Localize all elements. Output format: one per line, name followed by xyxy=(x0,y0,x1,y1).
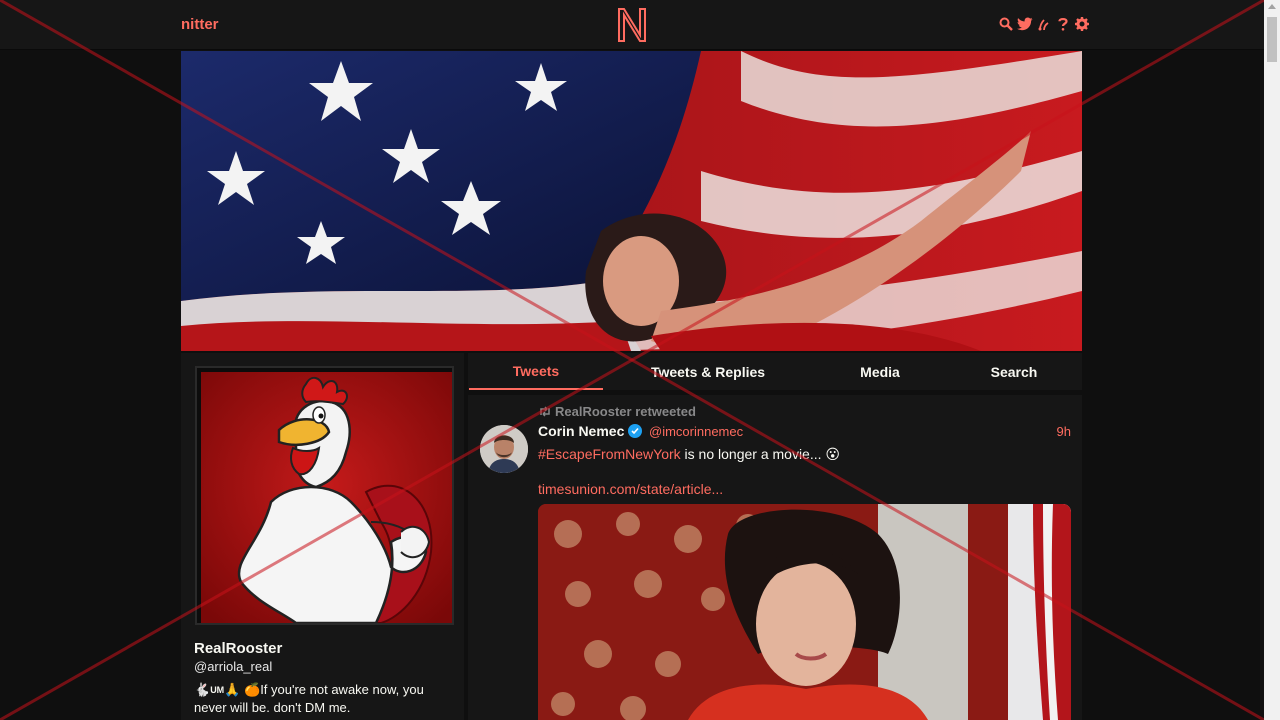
tweet-article-link[interactable]: timesunion.com/state/article... xyxy=(538,481,723,497)
tweet-hashtag-link[interactable]: #EscapeFromNewYork xyxy=(538,446,681,462)
tweet-author-fullname[interactable]: Corin Nemec xyxy=(538,423,643,439)
profile-avatar-rooster[interactable] xyxy=(201,372,452,623)
retweet-header: RealRooster retweeted xyxy=(538,404,696,419)
tweet-text: is no longer a movie... 😮 xyxy=(680,446,840,462)
tab-media[interactable]: Media xyxy=(830,353,930,390)
profile-card: RealRooster @arriola_real 🐇UM🙏 🍊If you'r… xyxy=(181,353,464,720)
tweet-author-username[interactable]: @imcorinnemec xyxy=(649,424,743,439)
nav-icons xyxy=(998,15,1090,33)
bio-emoji: 🙏 🍊 xyxy=(224,682,261,697)
scrollbar-thumb[interactable] xyxy=(1267,17,1277,62)
tab-tweets-replies[interactable]: Tweets & Replies xyxy=(633,353,783,390)
navbar: nitter xyxy=(0,0,1264,50)
tweet-content: #EscapeFromNewYork is no longer a movie.… xyxy=(538,445,1068,463)
search-icon[interactable] xyxy=(998,15,1014,33)
profile-avatar-frame[interactable] xyxy=(195,366,454,625)
timeline-tabs: Tweets Tweets & Replies Media Search xyxy=(468,353,1082,390)
twitter-bird-icon[interactable] xyxy=(1017,15,1033,33)
page-scrollbar[interactable] xyxy=(1264,0,1280,720)
bio-rabbit-emoji: 🐇 xyxy=(194,682,211,697)
profile-bio: 🐇UM🙏 🍊If you're not awake now, you never… xyxy=(194,681,456,716)
verified-badge-icon xyxy=(628,424,643,438)
tweet-author-name[interactable]: Corin Nemec xyxy=(538,423,624,439)
profile-fullname[interactable]: RealRooster xyxy=(194,640,282,657)
timeline: RealRooster retweeted Corin Nemec @imcor… xyxy=(468,395,1082,720)
scroll-up-arrow-icon[interactable] xyxy=(1268,4,1276,9)
retweet-icon xyxy=(540,406,550,417)
profile-banner-image[interactable] xyxy=(181,51,1082,351)
tweet-author-avatar[interactable] xyxy=(480,425,528,473)
retweet-header-text[interactable]: RealRooster retweeted xyxy=(555,404,696,419)
tweet-date[interactable]: 9h xyxy=(1057,424,1071,439)
bio-um: UM xyxy=(210,685,225,696)
tab-tweets[interactable]: Tweets xyxy=(469,353,603,390)
nitter-brand-link[interactable]: nitter xyxy=(181,16,219,33)
tweet-card-image[interactable] xyxy=(538,504,1071,720)
profile-username[interactable]: @arriola_real xyxy=(194,659,272,674)
gear-icon[interactable] xyxy=(1074,15,1090,33)
nitter-logo-icon[interactable] xyxy=(617,7,647,43)
tab-search[interactable]: Search xyxy=(964,353,1064,390)
rss-icon[interactable] xyxy=(1036,15,1052,33)
help-icon[interactable] xyxy=(1055,15,1071,33)
